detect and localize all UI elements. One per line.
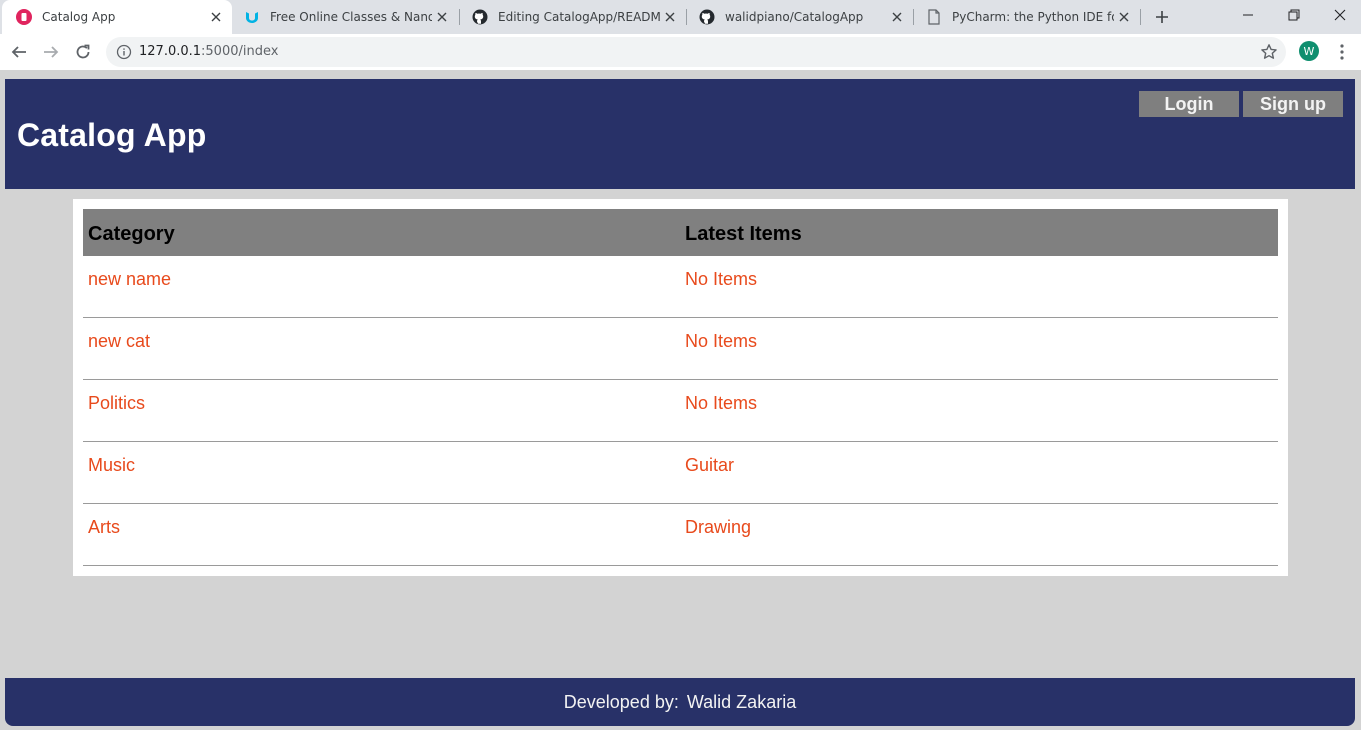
latest-item-link[interactable]: No Items [685, 331, 757, 352]
close-window-icon[interactable] [1317, 0, 1361, 30]
login-button[interactable]: Login [1139, 91, 1239, 117]
tab-github-readme[interactable]: Editing CatalogApp/README.md [458, 0, 686, 34]
latest-item-link[interactable]: Guitar [685, 455, 734, 476]
tab-title: Catalog App [42, 10, 116, 24]
tab-close-icon[interactable] [887, 7, 907, 27]
restore-icon[interactable] [1271, 0, 1317, 30]
category-link[interactable]: Music [88, 455, 135, 476]
tab-close-icon[interactable] [1114, 7, 1134, 27]
category-link[interactable]: Arts [88, 517, 120, 538]
url-host: 127.0.0.1 [139, 44, 202, 59]
app-header: Catalog App Login Sign up [5, 79, 1355, 189]
browser-tab-strip: Catalog App Free Online Classes & Nanode… [0, 0, 1361, 34]
category-link[interactable]: new cat [88, 331, 150, 352]
page-icon [926, 9, 942, 25]
tab-close-icon[interactable] [660, 7, 680, 27]
browser-toolbar: 127.0.0.1:5000/index W [0, 34, 1361, 70]
table-row: Arts Drawing [83, 504, 1278, 566]
latest-item-link[interactable]: Drawing [685, 517, 751, 538]
latest-item-link[interactable]: No Items [685, 269, 757, 290]
footer-label: Developed by: [563, 691, 679, 712]
reload-icon[interactable] [69, 38, 97, 66]
tab-pycharm[interactable]: PyCharm: the Python IDE for Professional… [912, 0, 1140, 34]
table-header: Category Latest Items [83, 209, 1278, 256]
url-text: 127.0.0.1:5000/index [139, 44, 278, 59]
tab-close-icon[interactable] [432, 7, 452, 27]
tab-title: Editing CatalogApp/README.md [498, 10, 660, 24]
minimize-icon[interactable] [1225, 0, 1271, 30]
footer-credit: Developed by: Walid Zakaria [564, 692, 796, 713]
tab-github-repo[interactable]: walidpiano/CatalogApp [685, 0, 913, 34]
more-menu-icon[interactable] [1330, 40, 1354, 64]
address-bar[interactable]: 127.0.0.1:5000/index [106, 37, 1286, 67]
latest-items-column-header: Latest Items [685, 223, 802, 245]
signup-button[interactable]: Sign up [1243, 91, 1343, 117]
udacity-icon [244, 9, 260, 25]
category-link[interactable]: Politics [88, 393, 145, 414]
tab-title: walidpiano/CatalogApp [725, 10, 864, 24]
github-icon [699, 9, 715, 25]
back-arrow-icon[interactable] [5, 38, 33, 66]
tab-separator [1140, 9, 1141, 25]
bookmark-star-icon[interactable] [1260, 43, 1278, 61]
page-title: Catalog App [17, 117, 207, 153]
category-link[interactable]: new name [88, 269, 171, 290]
category-column-header: Category [88, 223, 175, 245]
catalog-app-favicon-icon [16, 9, 32, 25]
url-path: :5000/index [201, 44, 279, 59]
forward-arrow-icon[interactable] [37, 38, 65, 66]
new-tab-icon[interactable] [1150, 5, 1174, 29]
tab-close-icon[interactable] [206, 7, 226, 27]
table-row: Music Guitar [83, 442, 1278, 504]
catalog-panel: Category Latest Items new name No Items … [73, 199, 1288, 576]
tab-catalog-app[interactable]: Catalog App [2, 0, 232, 34]
tab-title: Free Online Classes & Nanodegrees [270, 10, 432, 24]
latest-item-link[interactable]: No Items [685, 393, 757, 414]
github-icon [472, 9, 488, 25]
table-row: Politics No Items [83, 380, 1278, 442]
app-footer: Developed by: Walid Zakaria [5, 678, 1355, 726]
tab-title: PyCharm: the Python IDE for Professional… [952, 10, 1114, 24]
info-icon[interactable] [116, 44, 132, 60]
footer-author: Walid Zakaria [686, 691, 797, 712]
profile-avatar[interactable]: W [1299, 41, 1319, 61]
tab-udacity[interactable]: Free Online Classes & Nanodegrees [230, 0, 458, 34]
table-row: new name No Items [83, 256, 1278, 318]
table-row: new cat No Items [83, 318, 1278, 380]
